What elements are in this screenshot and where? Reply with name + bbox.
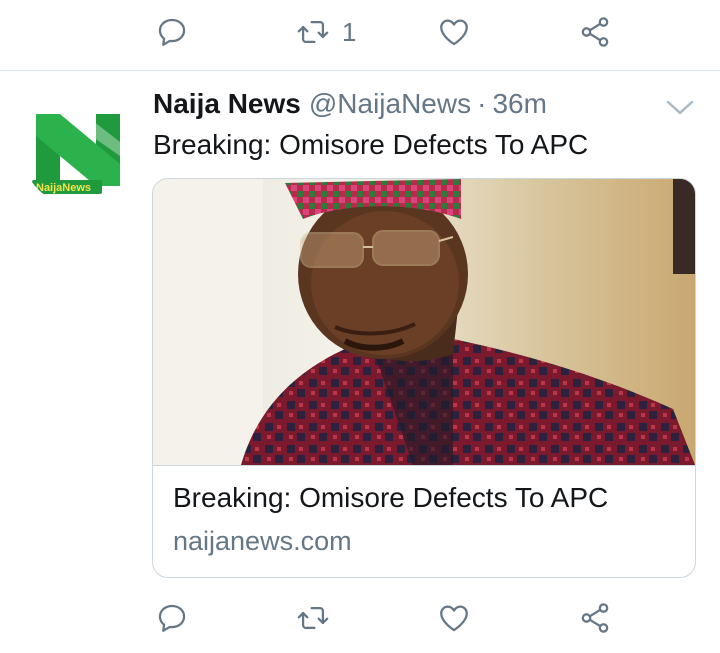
- heart-icon: [440, 19, 468, 46]
- tweet-header: Naija News @NaijaNews · 36m: [153, 88, 547, 128]
- reply-button[interactable]: [155, 588, 189, 648]
- reply-button[interactable]: [155, 2, 189, 62]
- link-preview-card[interactable]: Breaking: Omisore Defects To APC naijane…: [152, 178, 696, 578]
- tweet-actions: [0, 588, 720, 648]
- tweet-divider: [0, 70, 720, 71]
- naijanews-logo: NaijaNews: [22, 94, 134, 206]
- retweet-icon: [297, 20, 329, 44]
- avatar[interactable]: NaijaNews: [22, 94, 134, 206]
- previous-tweet-actions: 1: [0, 2, 720, 62]
- separator-dot: ·: [477, 88, 487, 119]
- retweet-button[interactable]: 1: [296, 2, 356, 62]
- retweet-icon: [297, 606, 329, 630]
- tweet-text: Breaking: Omisore Defects To APC: [153, 129, 589, 160]
- heart-icon: [440, 605, 468, 632]
- reply-icon: [158, 604, 186, 632]
- svg-text:NaijaNews: NaijaNews: [36, 182, 91, 194]
- share-icon: [581, 17, 609, 47]
- card-domain: naijanews.com: [173, 526, 352, 556]
- share-button[interactable]: [578, 588, 612, 648]
- share-button[interactable]: [578, 2, 612, 62]
- tweet-menu-button[interactable]: [662, 94, 698, 122]
- like-button[interactable]: [437, 2, 471, 62]
- retweet-button[interactable]: [296, 588, 330, 648]
- like-button[interactable]: [437, 588, 471, 648]
- reply-icon: [158, 18, 186, 46]
- card-image: [153, 179, 695, 465]
- chevron-down-icon: [666, 100, 694, 115]
- tweet-timestamp[interactable]: 36m: [492, 88, 546, 120]
- card-divider: [153, 465, 695, 466]
- share-icon: [581, 603, 609, 633]
- user-handle[interactable]: @NaijaNews: [309, 88, 471, 120]
- retweet-count: 1: [342, 16, 357, 47]
- card-title: Breaking: Omisore Defects To APC: [173, 482, 609, 513]
- display-name[interactable]: Naija News: [153, 88, 301, 120]
